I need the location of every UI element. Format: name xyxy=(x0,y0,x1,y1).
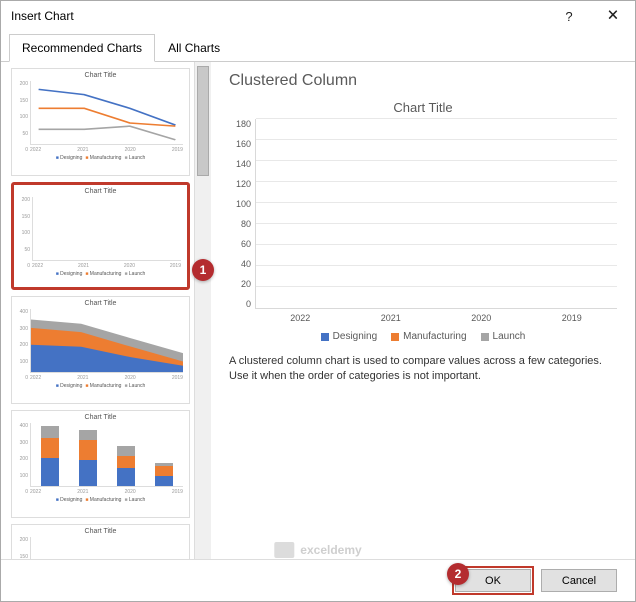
dialog-footer: OK Cancel xyxy=(1,559,635,601)
tab-strip: Recommended Charts All Charts xyxy=(1,33,635,62)
preview-heading: Clustered Column xyxy=(229,72,617,90)
legend-designing: Designing xyxy=(321,331,377,342)
legend-launch: Launch xyxy=(481,331,526,342)
dialog-title: Insert Chart xyxy=(11,9,547,23)
preview-chart[interactable]: Chart Title 180160140120100806040200 202… xyxy=(229,96,617,342)
thumbnail-stacked-area[interactable]: Chart Title 4003002001000 20222021202020… xyxy=(11,296,190,404)
thumbnail-clustered-column[interactable]: Chart Title 200150100500 202220212020201… xyxy=(11,182,190,290)
plot-area xyxy=(255,119,617,309)
insert-chart-dialog: Insert Chart ? 🗙 Recommended Charts All … xyxy=(0,0,636,602)
chart-thumbnails-list: Chart Title 200150100500 202220212020201… xyxy=(1,62,194,559)
chart-thumbnails-pane: Chart Title 200150100500 202220212020201… xyxy=(1,62,211,559)
dialog-body: Chart Title 200150100500 202220212020201… xyxy=(1,62,635,559)
tab-recommended-charts[interactable]: Recommended Charts xyxy=(9,34,155,62)
thumbnails-scrollbar[interactable] xyxy=(194,62,211,559)
chart-legend: Designing Manufacturing Launch xyxy=(229,331,617,342)
scrollbar-thumb[interactable] xyxy=(197,66,209,176)
help-button[interactable]: ? xyxy=(547,1,591,31)
thumbnail-line-chart[interactable]: Chart Title 200150100500 202220212020201… xyxy=(11,68,190,176)
titlebar: Insert Chart ? 🗙 xyxy=(1,1,635,31)
callout-badge-2: 2 xyxy=(447,563,469,585)
callout-badge-1: 1 xyxy=(192,259,214,281)
close-button[interactable]: 🗙 xyxy=(591,1,635,31)
cancel-button[interactable]: Cancel xyxy=(541,569,617,592)
chart-title: Chart Title xyxy=(229,100,617,115)
y-axis: 180160140120100806040200 xyxy=(229,119,255,309)
legend-manufacturing: Manufacturing xyxy=(391,331,466,342)
x-axis: 2022202120202019 xyxy=(255,313,617,323)
chart-preview-pane: Clustered Column Chart Title 18016014012… xyxy=(211,62,635,559)
chart-description: A clustered column chart is used to comp… xyxy=(229,354,617,385)
thumbnail-partial[interactable]: Chart Title 200150100500 xyxy=(11,524,190,559)
tab-all-charts[interactable]: All Charts xyxy=(155,34,233,62)
thumbnail-stacked-column[interactable]: Chart Title 4003002001000 20222021202020… xyxy=(11,410,190,518)
